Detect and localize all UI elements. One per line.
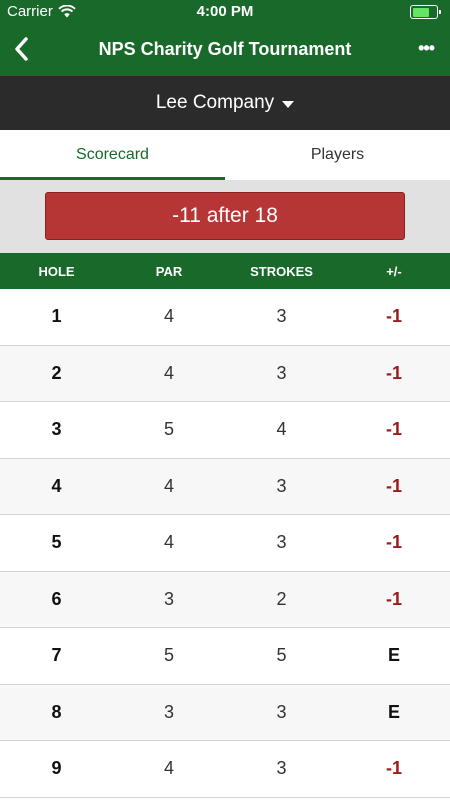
par-value: 4 [163, 475, 174, 496]
par-value: 4 [163, 306, 174, 327]
table-row[interactable]: 8 3 3 E [0, 684, 450, 741]
strokes-value: 3 [276, 701, 287, 722]
table-row[interactable]: 6 3 2 -1 [0, 571, 450, 628]
table-row[interactable]: 1 4 3 -1 [0, 289, 450, 346]
diff-value: -1 [385, 758, 402, 779]
hole-number: 2 [51, 362, 62, 383]
diff-value: -1 [385, 306, 402, 327]
status-time: 4:00 PM [196, 3, 254, 20]
status-bar: Carrier 4:00 PM [0, 0, 450, 24]
par-value: 4 [163, 362, 174, 383]
hole-number: 9 [51, 758, 62, 779]
header-par: PAR [155, 263, 183, 279]
page-title: NPS Charity Golf Tournament [98, 39, 352, 59]
diff-value: -1 [385, 362, 402, 383]
strokes-value: 3 [276, 475, 287, 496]
caret-down-icon [282, 100, 295, 108]
par-value: 4 [163, 758, 174, 779]
ellipsis-icon[interactable]: ••• [418, 38, 435, 59]
strokes-value: 2 [276, 588, 287, 609]
diff-value: -1 [385, 475, 402, 496]
diff-value: -1 [385, 419, 402, 440]
table-row[interactable]: 9 4 3 -1 [0, 741, 450, 798]
header-diff: +/- [386, 263, 402, 279]
par-value: 5 [163, 645, 174, 666]
strokes-value: 4 [276, 419, 287, 440]
hole-number: 5 [51, 532, 62, 553]
tab-players[interactable]: Players [225, 130, 450, 180]
header-hole: HOLE [38, 263, 75, 279]
diff-value: -1 [385, 532, 402, 553]
team-name: Lee Company [155, 92, 275, 113]
table-row[interactable]: 2 4 3 -1 [0, 345, 450, 402]
tab-scorecard[interactable]: Scorecard [0, 130, 225, 180]
table-row[interactable]: 7 5 5 E [0, 628, 450, 685]
par-value: 5 [163, 419, 174, 440]
par-value: 4 [163, 532, 174, 553]
strokes-value: 3 [276, 362, 287, 383]
strokes-value: 5 [276, 645, 287, 666]
strokes-value: 3 [276, 758, 287, 779]
scorecard-header: HOLE PAR STROKES +/- [0, 253, 450, 289]
battery-charging-icon [410, 5, 441, 19]
scorecard-rows: 1 4 3 -1 2 4 3 -1 3 5 4 -1 4 4 3 -1 5 4 … [0, 289, 450, 798]
strokes-value: 3 [276, 306, 287, 327]
diff-value: -1 [385, 588, 402, 609]
diff-value: E [387, 645, 400, 666]
table-row[interactable]: 3 5 4 -1 [0, 402, 450, 459]
hole-number: 1 [51, 306, 62, 327]
team-selector[interactable]: Lee Company [0, 76, 450, 130]
score-summary-area: -11 after 18 [0, 180, 450, 253]
navigation-bar: NPS Charity Golf Tournament ••• [0, 24, 450, 76]
strokes-value: 3 [276, 532, 287, 553]
par-value: 3 [163, 701, 174, 722]
hole-number: 3 [51, 419, 62, 440]
hole-number: 4 [51, 475, 62, 496]
header-strokes: STROKES [250, 263, 313, 279]
hole-number: 8 [51, 701, 62, 722]
par-value: 3 [163, 588, 174, 609]
score-summary-badge: -11 after 18 [45, 192, 405, 240]
table-row[interactable]: 5 4 3 -1 [0, 515, 450, 572]
tab-bar: Scorecard Players [0, 130, 450, 180]
table-row[interactable]: 4 4 3 -1 [0, 458, 450, 515]
hole-number: 7 [51, 645, 62, 666]
hole-number: 6 [51, 588, 62, 609]
diff-value: E [387, 701, 400, 722]
